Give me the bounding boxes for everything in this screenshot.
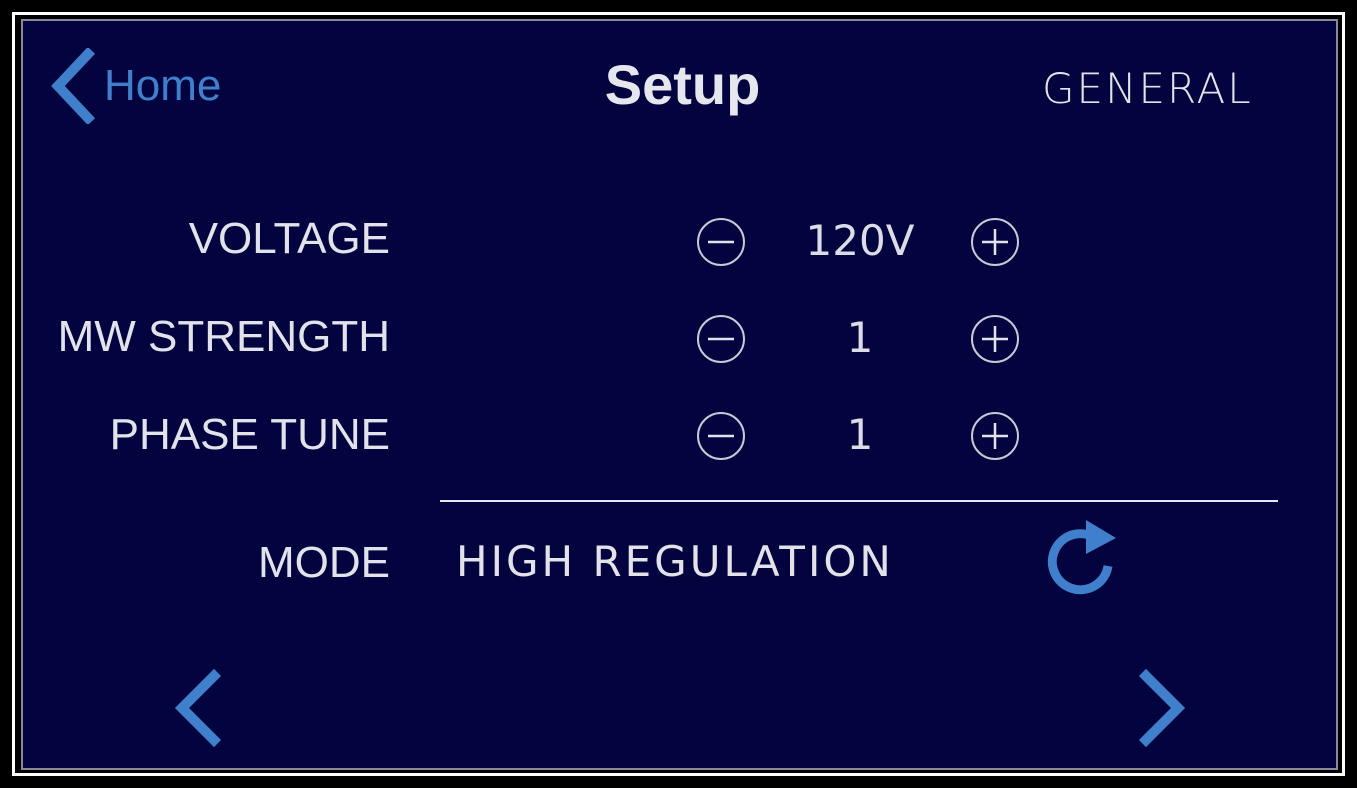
section-label: GENERAL: [1042, 64, 1253, 113]
mode-value: HIGH REGULATION: [456, 537, 894, 586]
divider: [440, 500, 1278, 502]
mw-strength-increment-button[interactable]: [970, 314, 1020, 364]
plus-circle-icon: [971, 412, 1019, 460]
phase-tune-value: 1: [846, 410, 874, 459]
chevron-right-icon: [1138, 668, 1186, 748]
voltage-value: 120V: [805, 216, 915, 265]
voltage-decrement-button[interactable]: [696, 217, 746, 267]
phase-tune-increment-button[interactable]: [970, 411, 1020, 461]
voltage-label: VOLTAGE: [188, 214, 390, 263]
page-title: Setup: [604, 53, 761, 116]
phase-tune-label: PHASE TUNE: [109, 410, 390, 459]
plus-circle-icon: [971, 218, 1019, 266]
minus-circle-icon: [697, 218, 745, 266]
chevron-left-icon: [51, 48, 96, 124]
home-back-button[interactable]: Home: [48, 46, 248, 126]
mode-cycle-button[interactable]: [1036, 514, 1122, 600]
previous-page-button[interactable]: [170, 668, 226, 748]
minus-circle-icon: [697, 412, 745, 460]
plus-circle-icon: [971, 315, 1019, 363]
phase-tune-decrement-button[interactable]: [696, 411, 746, 461]
mw-strength-value: 1: [846, 313, 874, 362]
refresh-icon: [1047, 520, 1116, 595]
chevron-left-icon: [174, 668, 222, 748]
mw-strength-decrement-button[interactable]: [696, 314, 746, 364]
next-page-button[interactable]: [1134, 668, 1190, 748]
mode-label: MODE: [258, 538, 390, 587]
minus-circle-icon: [697, 315, 745, 363]
voltage-increment-button[interactable]: [970, 217, 1020, 267]
home-back-label: Home: [104, 61, 222, 110]
mw-strength-label: MW STRENGTH: [57, 312, 390, 361]
screen-panel: [21, 19, 1338, 770]
